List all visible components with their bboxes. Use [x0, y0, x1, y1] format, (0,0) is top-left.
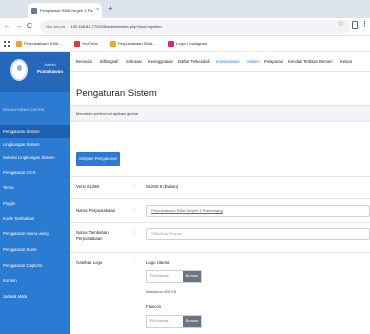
colon-separator: :: [134, 183, 136, 188]
sidebar-item-seleksi-lingkungan[interactable]: Seleksi Lingkungan Sistem: [0, 151, 70, 164]
logo-file-input[interactable]: Pilih berkas Browse: [146, 270, 202, 283]
sidebar-item-surel[interactable]: Pengaturan Surel: [0, 243, 70, 256]
extension-icon[interactable]: [352, 21, 358, 29]
nav-keanggotaan[interactable]: Keanggotaan: [148, 52, 173, 72]
sidebar-item-konten[interactable]: Konten: [0, 274, 70, 287]
site-favicon-icon: [31, 8, 37, 14]
user-role: Admin: [44, 62, 56, 67]
nav-bibliografi[interactable]: Bibliografi: [100, 52, 118, 72]
divider: [70, 222, 370, 223]
save-settings-button[interactable]: Simpan Pengaturan: [76, 152, 120, 166]
slims-version-value: SLiMS 9 (Bulian): [146, 184, 179, 189]
nav-beranda[interactable]: Beranda: [76, 52, 92, 72]
bookmarks-bar: Perpustakaan SMA... YouTube Perpustakaan…: [0, 36, 370, 52]
bookmark-label: YouTube: [82, 41, 98, 46]
bookmark-star-icon[interactable]: ☆: [338, 18, 344, 32]
sidebar-item-captcha[interactable]: Pengaturan Captcha: [0, 259, 70, 272]
bookmark-label: Login • Instagram: [176, 41, 208, 46]
sidebar-item-plugin[interactable]: Plugin: [0, 197, 70, 210]
bookmark-label: Perpustakaan SMA...: [24, 41, 62, 46]
sidebar-profile: Admin Pustakawan: [0, 52, 70, 92]
bookmark-item[interactable]: Perpustakaan SMA...: [110, 36, 156, 52]
bookmark-label: Perpustakaan SMA...: [118, 41, 156, 46]
nav-sistem[interactable]: Sistem: [247, 52, 260, 72]
url-input[interactable]: Not secure 192.168.81.77/2000/admin/inde…: [40, 20, 350, 34]
folder-icon: [110, 41, 116, 47]
file-placeholder: Pilih berkas: [150, 274, 169, 278]
sidebar: Admin Pustakawan PENGATURAN SISTEM Penga…: [0, 52, 70, 334]
sidebar-section-title: PENGATURAN SISTEM: [3, 108, 45, 112]
additional-name-input[interactable]: SMA/Ada Perpus: [146, 228, 370, 240]
reload-icon[interactable]: C: [27, 20, 32, 34]
file-placeholder: Pilih berkas: [150, 319, 169, 323]
nav-inventarisasi[interactable]: Inventarisasi: [216, 52, 240, 72]
nav-pelaporan[interactable]: Pelaporan: [264, 52, 283, 72]
library-name-label: Nama Perpustakaan: [76, 208, 116, 213]
bookmark-item[interactable]: Perpustakaan SMA...: [16, 36, 62, 52]
browser-tab[interactable]: Pengaturan SMA Negeri 1 Pa ×: [28, 3, 102, 18]
additional-name-label: Nama Tambahan Perpustakaan: [76, 230, 109, 241]
sidebar-item-menu-using[interactable]: Pengaturan menu using: [0, 227, 70, 240]
divider: [70, 198, 370, 199]
sidebar-item-tema[interactable]: Tema: [0, 181, 70, 194]
browser-tabstrip: Pengaturan SMA Negeri 1 Pa × +: [0, 0, 370, 18]
user-name: Pustakawan: [36, 69, 63, 74]
sidebar-item-pengaturan-sistem[interactable]: Pengaturan Sistem: [0, 125, 70, 138]
not-secure-label: Not secure: [46, 24, 66, 29]
browser-menu-icon[interactable]: ⋮: [361, 18, 368, 32]
nav-daftar-terkendali[interactable]: Daftar Terkendali: [178, 52, 210, 72]
max-size-note: Maksimum 500 KB: [146, 290, 177, 294]
sidebar-item-kode-tambahan[interactable]: Kode Tambahan: [0, 212, 70, 225]
folder-icon: [16, 41, 22, 47]
colon-separator: :: [134, 207, 136, 212]
back-icon[interactable]: ←: [4, 20, 11, 34]
browse-button[interactable]: Browse: [183, 271, 201, 282]
subtitle-strip: Menubah preferensi aplikasi global: [70, 106, 370, 122]
avatar: [10, 59, 28, 81]
forward-icon[interactable]: →: [15, 20, 22, 34]
nav-keluar[interactable]: Keluar: [340, 52, 352, 72]
bookmark-item[interactable]: YouTube: [74, 36, 98, 52]
url-text: 192.168.81.77/2000/admin/index.php?mod=s…: [70, 24, 162, 29]
browse-button[interactable]: Browse: [183, 316, 201, 327]
slims-version-label: Versi SLiMS: [76, 184, 100, 189]
top-navigation: Beranda Bibliografi Sirkulasi Keanggotaa…: [70, 52, 370, 72]
sidebar-item-ucs[interactable]: Pengaturan UCS: [0, 166, 70, 179]
nav-sirkulasi[interactable]: Sirkulasi: [126, 52, 142, 72]
divider: [70, 176, 370, 177]
tab-close-icon[interactable]: ×: [96, 3, 99, 18]
bookmark-item[interactable]: Login • Instagram: [168, 36, 207, 52]
new-tab-button[interactable]: +: [108, 3, 113, 15]
logo-label: Gambar Logo: [76, 260, 103, 265]
page-subtitle: Menubah preferensi aplikasi global: [76, 111, 138, 116]
divider: [70, 252, 370, 253]
library-name-input[interactable]: Perpustakaan SMA Negeri 1 Palembang: [146, 205, 370, 217]
page-title: Pengaturan Sistem: [76, 88, 157, 99]
tab-title: Pengaturan SMA Negeri 1 Pa: [40, 8, 93, 13]
sidebar-item-lingkungan-sistem[interactable]: Lingkungan Sistem: [0, 138, 70, 151]
main-content: Pengaturan Sistem Menubah preferensi apl…: [70, 72, 370, 334]
favicon-title: Favicon: [146, 304, 162, 309]
colon-separator: :: [134, 259, 136, 264]
address-bar: ← → C Not secure 192.168.81.77/2000/admi…: [0, 18, 370, 36]
colon-separator: :: [134, 229, 136, 234]
nav-kendali-terbitan[interactable]: Kendali Terbitan Berseri: [288, 52, 332, 72]
favicon-file-input[interactable]: Pilih berkas Browse: [146, 315, 202, 328]
youtube-icon: [74, 41, 80, 47]
logo-main-title: Logo Utama: [146, 260, 170, 265]
sidebar-item-jadwal[interactable]: Jadwal Mata: [0, 290, 70, 303]
instagram-icon: [168, 41, 174, 47]
